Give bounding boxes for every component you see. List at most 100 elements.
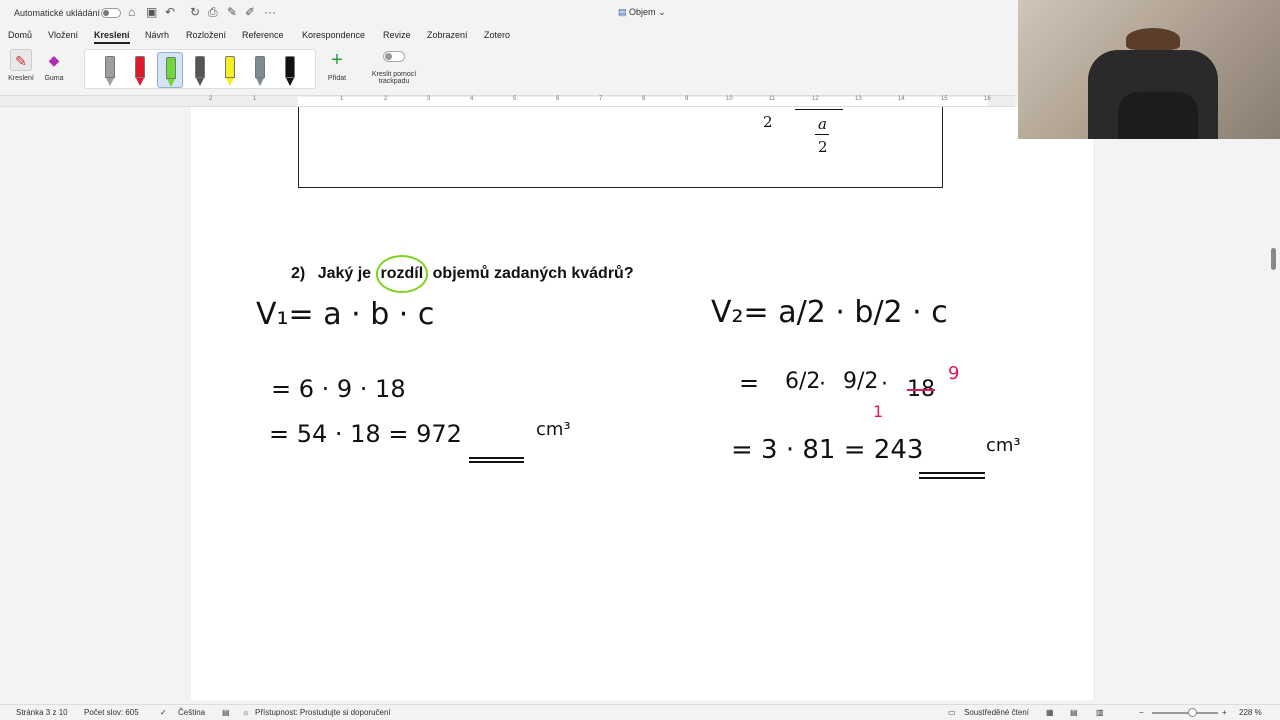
ruler-tick-label: 2 bbox=[384, 96, 388, 102]
ruler-tick-label: 5 bbox=[513, 96, 517, 102]
language[interactable]: Čeština bbox=[178, 708, 205, 717]
ruler-tick-label: 15 bbox=[941, 96, 948, 102]
zoom-level[interactable]: 228 % bbox=[1239, 708, 1262, 717]
webcam-overlay bbox=[1018, 0, 1280, 139]
question-heading: 2) Jaký je rozdíl objemů zadaných kvádrů… bbox=[291, 255, 634, 293]
word-count[interactable]: Počet slov: 605 bbox=[84, 708, 139, 717]
redo-icon[interactable]: ↻ bbox=[190, 5, 200, 19]
ruler-tick-label: 4 bbox=[470, 96, 474, 102]
tab-home[interactable]: Domů bbox=[8, 30, 32, 40]
fraction-bar bbox=[795, 109, 843, 110]
accessibility-status[interactable]: Přístupnost: Prostudujte si doporučení bbox=[255, 708, 391, 717]
trackpad-label-2: trackpadu bbox=[378, 78, 410, 85]
figure-frame bbox=[298, 107, 943, 188]
tab-layout[interactable]: Rozložení bbox=[186, 30, 226, 40]
handwritten-v2-formula: V₂= a/2 · b/2 · c bbox=[711, 295, 948, 330]
handwritten-v1-formula: V₁= a · b · c bbox=[256, 297, 435, 332]
highlighted-word: rozdíl bbox=[375, 255, 429, 293]
question-number: 2) bbox=[291, 265, 306, 282]
figure-fraction-denominator: 2 bbox=[763, 113, 773, 131]
draw-tool-button[interactable]: ✎ Kreslení bbox=[6, 49, 36, 82]
handwritten-equals: = bbox=[739, 369, 760, 397]
ruler-tick-label: 1 bbox=[253, 96, 257, 102]
question-text-after: objemů zadaných kvádrů? bbox=[432, 265, 634, 282]
pen-black[interactable] bbox=[277, 52, 303, 88]
webcam-shirt bbox=[1118, 92, 1198, 139]
print-layout-icon[interactable]: ▦ bbox=[1046, 708, 1054, 717]
language-options-icon[interactable]: ▤ bbox=[222, 708, 230, 717]
handwritten-v1-step3: = 54 · 18 = 972 bbox=[269, 420, 462, 448]
figure-fraction-denominator: 2 bbox=[818, 138, 828, 156]
autosave-toggle[interactable] bbox=[101, 8, 121, 18]
page-indicator[interactable]: Stránka 3 z 10 bbox=[16, 708, 68, 717]
tab-draw[interactable]: Kreslení bbox=[94, 30, 130, 44]
pen-gray[interactable] bbox=[97, 52, 123, 88]
handwritten-v2-c-crossed: 18 bbox=[907, 377, 935, 402]
tab-zotero[interactable]: Zotero bbox=[484, 30, 510, 40]
zoom-in-icon[interactable]: + bbox=[1222, 708, 1227, 717]
tab-view[interactable]: Zobrazení bbox=[427, 30, 468, 40]
focus-mode[interactable]: Soustředěné čtení bbox=[964, 708, 1029, 717]
add-pen-button[interactable]: + Přidat bbox=[322, 49, 352, 82]
document-title-text: Objem bbox=[629, 7, 656, 17]
zoom-slider-thumb[interactable] bbox=[1188, 708, 1197, 717]
pen-green[interactable] bbox=[157, 52, 183, 88]
zoom-slider[interactable] bbox=[1152, 708, 1218, 717]
more-icon[interactable]: ··· bbox=[264, 5, 276, 19]
highlighter-yellow[interactable] bbox=[217, 52, 243, 88]
ruler-tick-label: 10 bbox=[726, 96, 733, 102]
trackpad-label-1: Kreslit pomocí bbox=[371, 71, 417, 78]
zoom-out-icon[interactable]: − bbox=[1139, 708, 1144, 717]
handwritten-dot: · bbox=[881, 372, 888, 397]
focus-icon: ▭ bbox=[948, 708, 956, 717]
pen-slate[interactable] bbox=[247, 52, 273, 88]
print-icon[interactable]: ⎙ bbox=[208, 5, 218, 20]
handwritten-dot: · bbox=[819, 372, 826, 397]
web-layout-icon[interactable]: ▤ bbox=[1070, 708, 1078, 717]
double-underline-v1 bbox=[469, 457, 524, 463]
tab-references[interactable]: Reference bbox=[242, 30, 284, 40]
home-icon[interactable]: ⌂ bbox=[128, 5, 135, 19]
toggle-switch[interactable] bbox=[383, 51, 405, 62]
ribbon: ✎ Kreslení ◆ Guma + Přidat Kreslit pomoc… bbox=[0, 45, 1015, 94]
ruler-tick-label: 16 bbox=[984, 96, 991, 102]
eraser-label: Guma bbox=[44, 75, 64, 82]
handwritten-correction-9: 9 bbox=[948, 363, 960, 384]
tab-design[interactable]: Návrh bbox=[145, 30, 169, 40]
ruler-tick-label: 1 bbox=[340, 96, 344, 102]
eraser-icon: ◆ bbox=[48, 52, 60, 68]
add-label: Přidat bbox=[327, 75, 347, 82]
ruler-tick-label: 14 bbox=[898, 96, 905, 102]
ruler-tick-label: 11 bbox=[769, 96, 776, 102]
trackpad-draw-toggle[interactable]: Kreslit pomocí trackpadu bbox=[366, 51, 422, 85]
read-mode-icon[interactable]: ▥ bbox=[1096, 708, 1104, 717]
ruler-tick-label: 9 bbox=[685, 96, 689, 102]
pen-gallery bbox=[84, 49, 316, 89]
fraction-bar bbox=[815, 134, 829, 135]
customize-icon[interactable]: ✐ bbox=[245, 5, 255, 19]
proofing-icon[interactable]: ✓ bbox=[160, 708, 167, 717]
autosave-label: Automatické ukládání bbox=[14, 8, 101, 18]
tab-mailings[interactable]: Korespondence bbox=[302, 30, 365, 40]
pen-dark-gray[interactable] bbox=[187, 52, 213, 88]
tab-review[interactable]: Revize bbox=[383, 30, 411, 40]
double-underline-v2 bbox=[919, 472, 985, 479]
question-text-before: Jaký je bbox=[317, 265, 372, 282]
undo-icon[interactable]: ↶ bbox=[165, 5, 175, 19]
pen-icon[interactable]: ✎ bbox=[227, 5, 237, 19]
horizontal-ruler[interactable]: 2 1 1 2 3 4 5 6 7 8 9 10 11 12 13 14 15 … bbox=[0, 95, 1015, 107]
document-page[interactable]: 2 a 2 2) Jaký je rozdíl objemů zadaných … bbox=[191, 107, 1093, 700]
pen-red[interactable] bbox=[127, 52, 153, 88]
handwritten-v2-step3: = 3 · 81 = 243 bbox=[731, 435, 924, 465]
document-title[interactable]: ▤ Objem ⌄ bbox=[618, 7, 666, 18]
save-icon[interactable]: ▣ bbox=[146, 5, 157, 19]
vertical-scrollbar-thumb[interactable] bbox=[1271, 248, 1276, 270]
handwritten-v2-fraction-2: 9/2 bbox=[843, 369, 879, 394]
tab-insert[interactable]: Vložení bbox=[48, 30, 78, 40]
ruler-tick-label: 3 bbox=[427, 96, 431, 102]
eraser-button[interactable]: ◆ Guma bbox=[40, 49, 68, 82]
plus-icon: + bbox=[331, 49, 343, 71]
ruler-tick-label: 8 bbox=[642, 96, 646, 102]
ruler-tick-label: 13 bbox=[855, 96, 862, 102]
webcam-hair bbox=[1126, 28, 1180, 50]
